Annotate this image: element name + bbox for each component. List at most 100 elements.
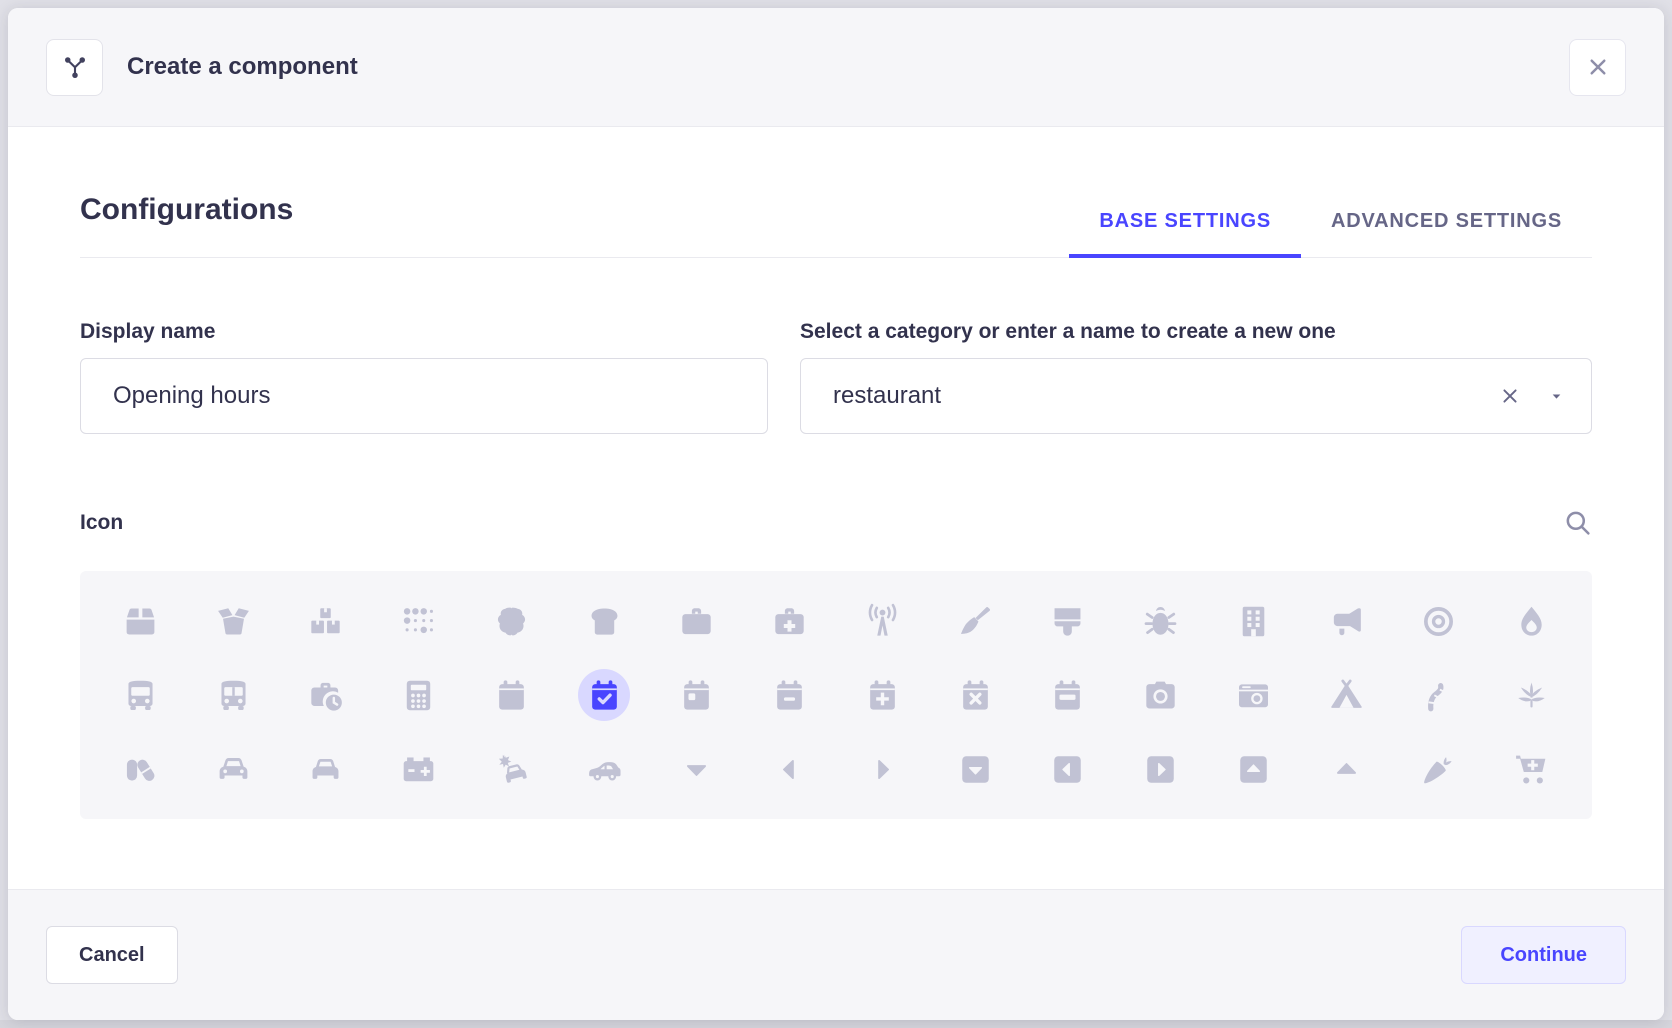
icon-calendar-plus[interactable] (856, 669, 908, 721)
icon-calendar-times[interactable] (949, 669, 1001, 721)
icon-cell (743, 658, 836, 732)
icon-camera-retro[interactable] (1227, 669, 1279, 721)
icon-capsules[interactable] (114, 743, 166, 795)
icon-bread-slice[interactable] (578, 595, 630, 647)
icon-cell (465, 732, 558, 806)
continue-button[interactable]: Continue (1461, 926, 1626, 984)
icon-candy-cane[interactable] (1413, 669, 1465, 721)
icon-cell (1022, 584, 1115, 658)
icon-cell (651, 658, 744, 732)
icon-car-battery[interactable] (393, 743, 445, 795)
display-name-input[interactable] (80, 358, 768, 434)
icon-calendar-week[interactable] (1042, 669, 1094, 721)
icon-cell (94, 732, 187, 806)
icon-cell (1114, 658, 1207, 732)
config-header: Configurations BASE SETTINGS ADVANCED SE… (80, 193, 1592, 258)
icon-building[interactable] (1227, 595, 1279, 647)
icon-caret-down[interactable] (671, 743, 723, 795)
icon-business-time[interactable] (300, 669, 352, 721)
page-title: Configurations (80, 193, 293, 257)
icon-cell (1114, 732, 1207, 806)
display-name-label: Display name (80, 320, 768, 344)
icon-cell (465, 584, 558, 658)
icon-cell (1393, 658, 1486, 732)
icon-cell (280, 584, 373, 658)
icon-broom[interactable] (949, 595, 1001, 647)
close-button[interactable] (1569, 39, 1626, 96)
close-icon (1585, 54, 1611, 80)
icon-cell (1300, 658, 1393, 732)
icon-cell (94, 658, 187, 732)
icon-caret-square-right[interactable] (1135, 743, 1187, 795)
icon-calendar[interactable] (485, 669, 537, 721)
icon-calendar-day[interactable] (671, 669, 723, 721)
search-icon[interactable] (1563, 508, 1592, 537)
icon-bullseye[interactable] (1413, 595, 1465, 647)
icon-caret-square-up[interactable] (1227, 743, 1279, 795)
icon-bus[interactable] (114, 669, 166, 721)
icon-cell (94, 584, 187, 658)
icon-braille[interactable] (393, 595, 445, 647)
icon-grid (80, 571, 1592, 819)
icon-cell (1485, 732, 1578, 806)
icon-cell (1114, 584, 1207, 658)
icon-caret-up[interactable] (1320, 743, 1372, 795)
icon-brain[interactable] (485, 595, 537, 647)
icon-camera[interactable] (1135, 669, 1187, 721)
modal-title: Create a component (127, 53, 358, 81)
icon-carrot[interactable] (1413, 743, 1465, 795)
icon-cart-plus[interactable] (1506, 743, 1558, 795)
icon-car-alt[interactable] (300, 743, 352, 795)
tab-base-settings[interactable]: BASE SETTINGS (1069, 210, 1301, 257)
tab-advanced-settings[interactable]: ADVANCED SETTINGS (1301, 210, 1592, 257)
icon-briefcase[interactable] (671, 595, 723, 647)
icon-caret-square-down[interactable] (949, 743, 1001, 795)
icon-campground[interactable] (1320, 669, 1372, 721)
icon-burn[interactable] (1506, 595, 1558, 647)
icon-calendar-minus[interactable] (764, 669, 816, 721)
icon-cell (558, 658, 651, 732)
icon-caret-square-left[interactable] (1042, 743, 1094, 795)
settings-tabs: BASE SETTINGS ADVANCED SETTINGS (1069, 210, 1592, 257)
category-select[interactable]: restaurant (800, 358, 1592, 434)
icon-box[interactable] (114, 595, 166, 647)
icon-cell (1393, 584, 1486, 658)
icon-bullhorn[interactable] (1320, 595, 1372, 647)
cancel-button[interactable]: Cancel (46, 926, 178, 984)
icon-calculator[interactable] (393, 669, 445, 721)
clear-icon[interactable] (1498, 384, 1522, 408)
chevron-down-icon[interactable] (1548, 388, 1565, 405)
icon-cell (929, 658, 1022, 732)
icon-box-open[interactable] (207, 595, 259, 647)
icon-cell (1485, 658, 1578, 732)
icon-cell (187, 732, 280, 806)
icon-bus-alt[interactable] (207, 669, 259, 721)
icon-cell (743, 584, 836, 658)
icon-section-head: Icon (80, 508, 1592, 537)
icon-cell (372, 658, 465, 732)
icon-cell (836, 658, 929, 732)
icon-cell (372, 584, 465, 658)
icon-cell (651, 732, 744, 806)
icon-broadcast-tower[interactable] (856, 595, 908, 647)
category-label: Select a category or enter a name to cre… (800, 320, 1592, 344)
icon-cannabis[interactable] (1506, 669, 1558, 721)
modal-header: Create a component (8, 8, 1664, 127)
icon-cell (558, 732, 651, 806)
icon-bug[interactable] (1135, 595, 1187, 647)
icon-cell (929, 584, 1022, 658)
icon-car-crash[interactable] (485, 743, 537, 795)
icon-car-side[interactable] (578, 743, 630, 795)
icon-cell (465, 658, 558, 732)
icon-boxes[interactable] (300, 595, 352, 647)
icon-calendar-check[interactable] (578, 669, 630, 721)
icon-caret-left[interactable] (764, 743, 816, 795)
icon-cell (1207, 658, 1300, 732)
create-component-modal: Create a component Configurations BASE S… (8, 8, 1664, 1020)
display-name-field-group: Display name (80, 320, 768, 434)
icon-briefcase-medical[interactable] (764, 595, 816, 647)
icon-cell (1022, 658, 1115, 732)
icon-brush[interactable] (1042, 595, 1094, 647)
icon-caret-right[interactable] (856, 743, 908, 795)
icon-car[interactable] (207, 743, 259, 795)
